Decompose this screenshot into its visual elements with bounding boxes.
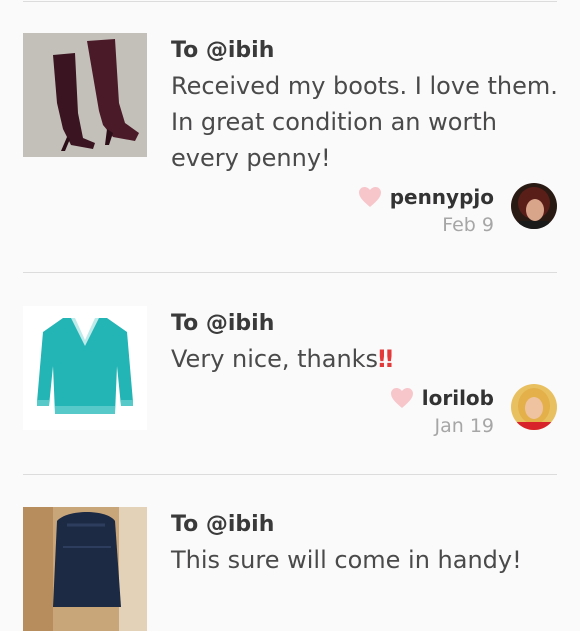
review-meta: lorilob Jan 19: [390, 384, 494, 440]
divider: [23, 272, 557, 273]
avatar-lorilob[interactable]: [511, 384, 557, 430]
reviewer-username[interactable]: lorilob: [422, 384, 494, 412]
review-recipient: To @ibih: [171, 311, 275, 336]
review-message: Received my boots. I love them. In great…: [171, 72, 558, 172]
heart-icon[interactable]: [358, 186, 382, 208]
heart-icon[interactable]: [390, 387, 414, 409]
review-message: This sure will come in handy!: [171, 546, 522, 574]
review-recipient: To @ibih: [171, 38, 275, 63]
review-date: Feb 9: [442, 214, 494, 236]
double-exclamation-emoji: ‼: [378, 345, 394, 373]
review-recipient: To @ibih: [171, 512, 275, 537]
review-meta: pennypjo Feb 9: [358, 183, 494, 239]
avatar-pennypjo[interactable]: [511, 183, 557, 229]
bag-photo[interactable]: [23, 507, 147, 631]
divider: [23, 1, 557, 2]
divider: [23, 474, 557, 475]
review-date: Jan 19: [434, 415, 494, 437]
boots-photo[interactable]: [23, 33, 147, 157]
sweater-photo[interactable]: [23, 306, 147, 430]
review-message: Very nice, thanks: [171, 345, 379, 373]
reviewer-username[interactable]: pennypjo: [390, 183, 494, 211]
